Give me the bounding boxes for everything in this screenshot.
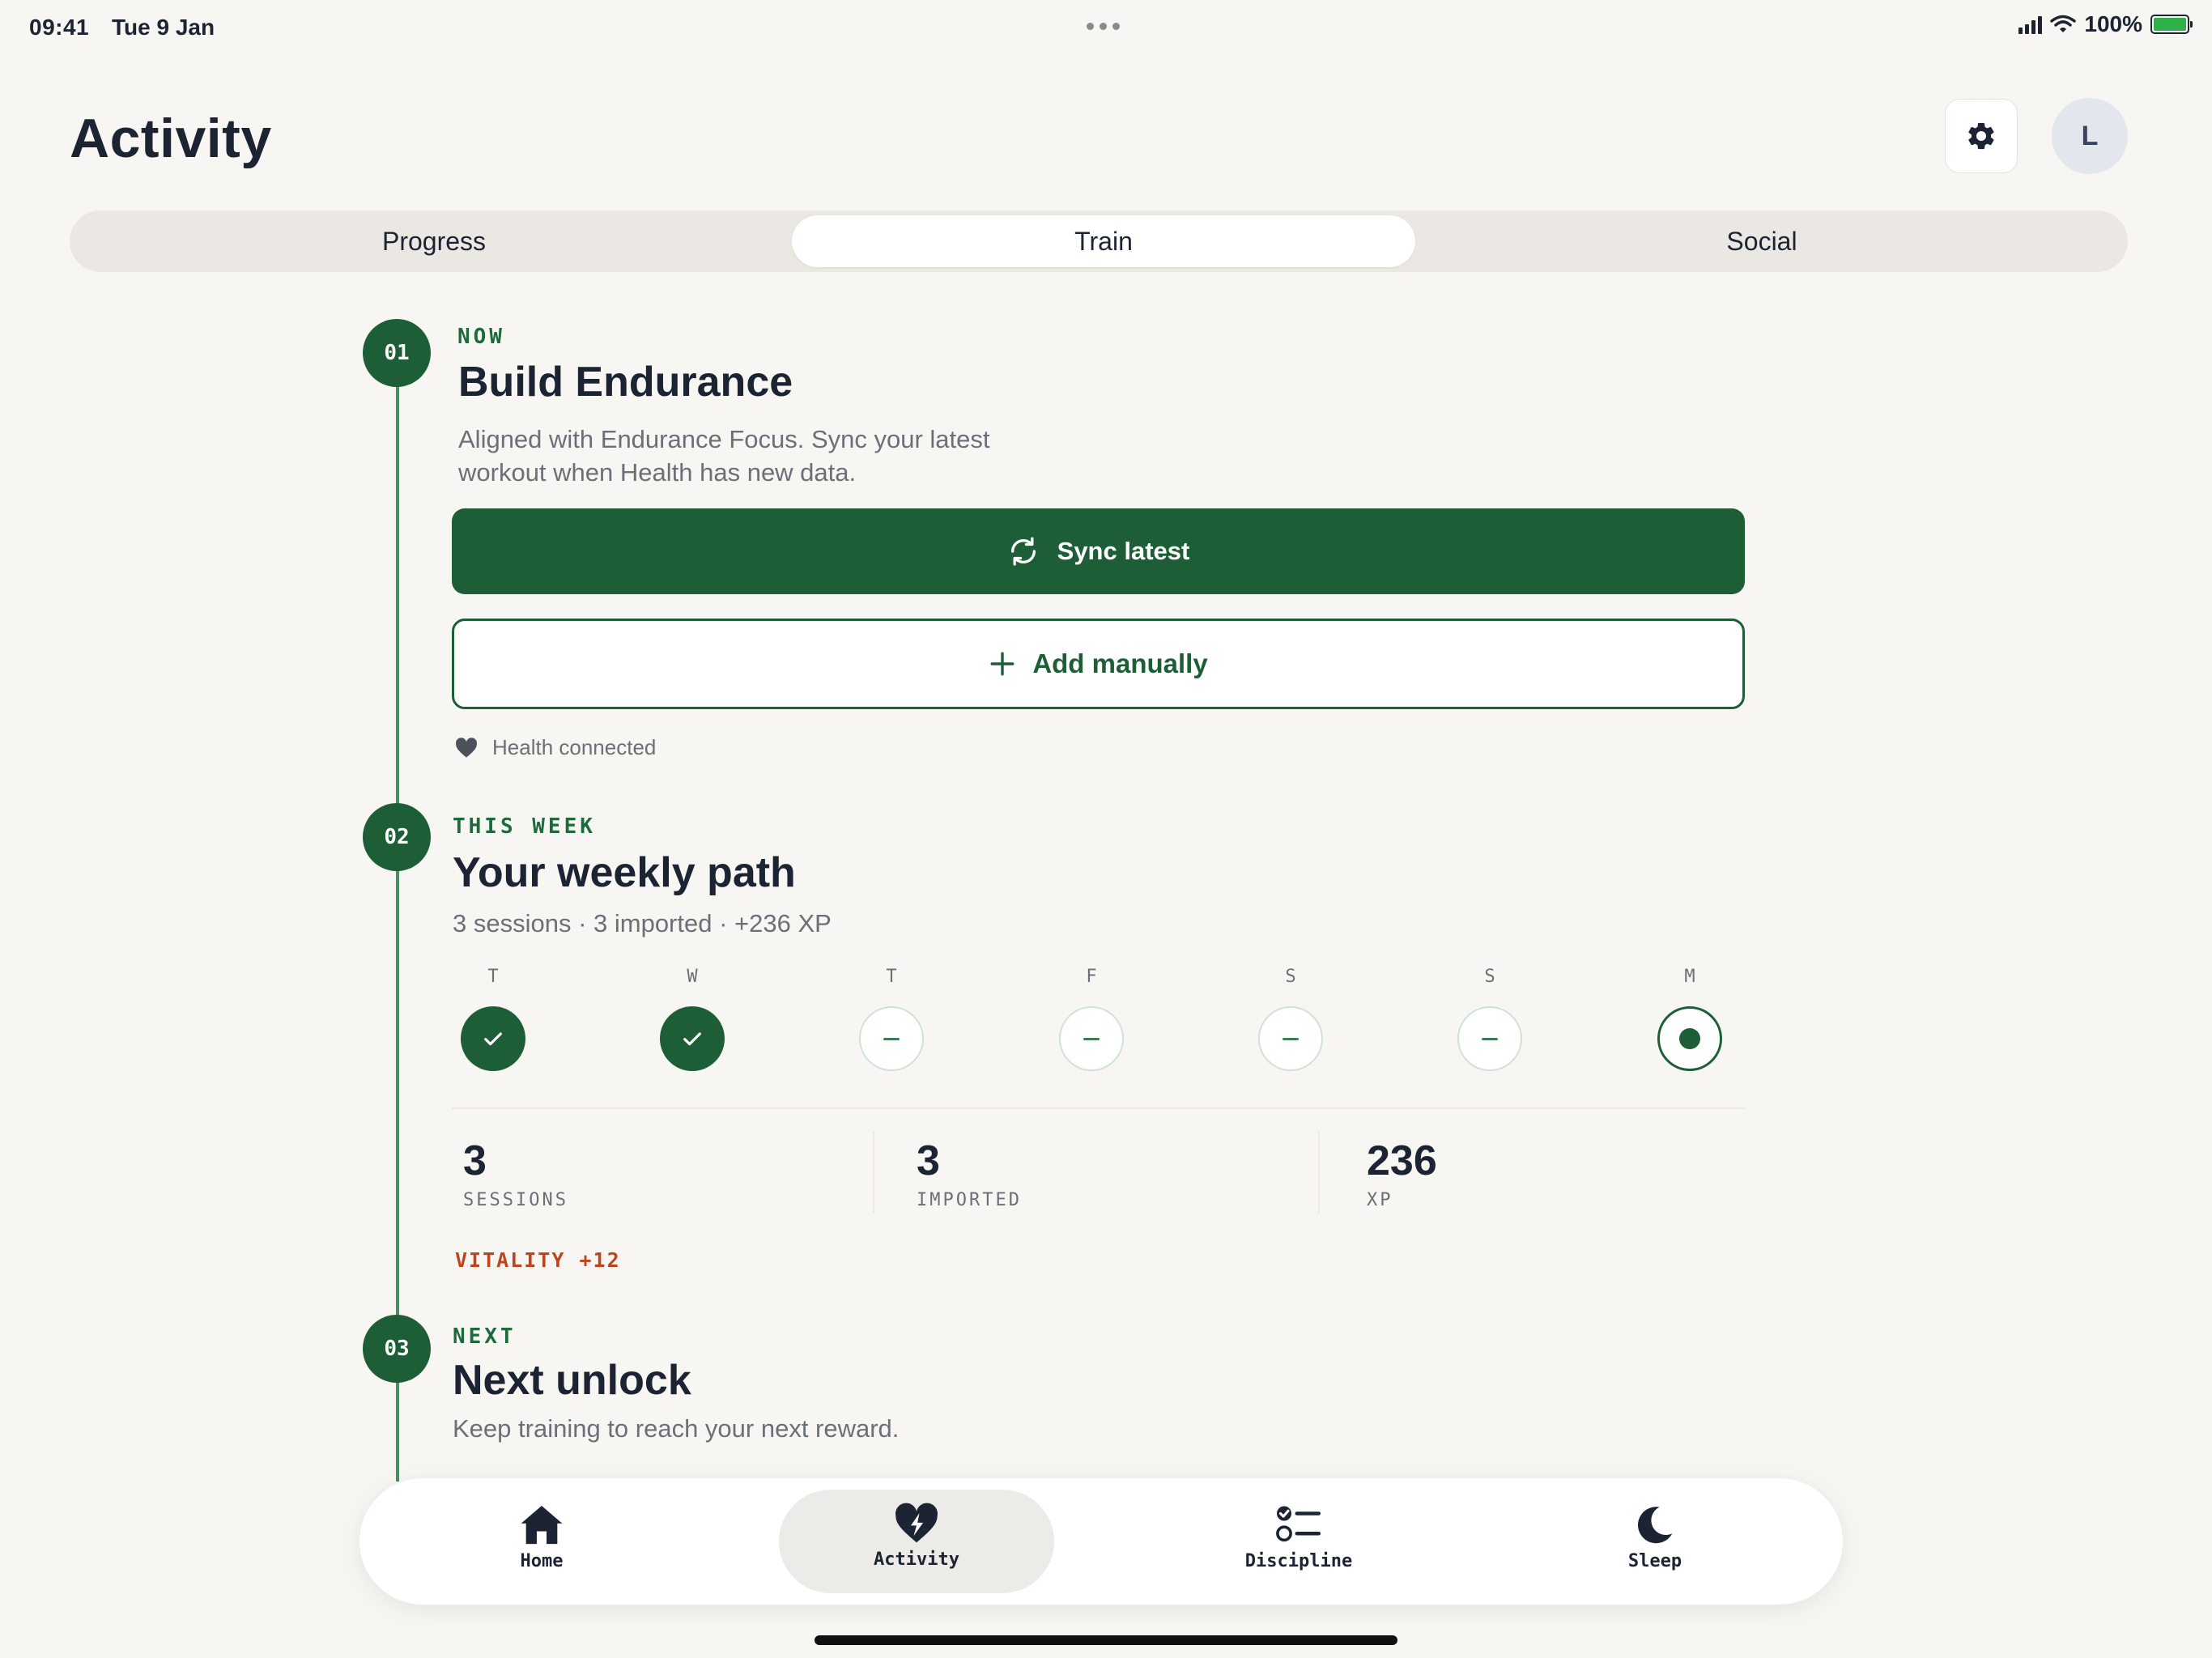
signal-icon [2018, 15, 2043, 34]
section-description: Aligned with Endurance Focus. Sync your … [458, 423, 990, 489]
health-status-text: Health connected [492, 735, 657, 759]
sync-icon [1010, 537, 1036, 566]
home-icon [521, 1506, 563, 1545]
stat-separator [873, 1132, 874, 1213]
health-status: Health connected [455, 735, 656, 760]
settings-button[interactable] [1945, 99, 2018, 173]
step-eyebrow-now: NOW [457, 325, 505, 349]
heart-bolt-icon [895, 1503, 938, 1543]
stat-sessions-value: 3 [463, 1137, 487, 1184]
add-manually-label: Add manually [1032, 648, 1208, 678]
day-tue-completed[interactable] [461, 1006, 525, 1071]
weekday-label-thu: T [886, 967, 897, 987]
status-date: Tue 9 Jan [112, 15, 215, 40]
nav-label-home: Home [520, 1551, 564, 1571]
day-mon-today[interactable] [1657, 1006, 1722, 1071]
moon-icon [1637, 1507, 1673, 1544]
description-line-2: workout when Health has new data. [458, 458, 857, 487]
weekday-label-mon: M [1684, 967, 1695, 987]
add-manually-button[interactable]: Add manually [452, 619, 1745, 709]
stats-divider [452, 1107, 1745, 1109]
next-unlock-description: Keep training to reach your next reward. [453, 1414, 900, 1443]
avatar[interactable]: L [2052, 98, 2128, 174]
home-indicator[interactable] [815, 1635, 1397, 1645]
stat-separator [1318, 1132, 1320, 1213]
timeline-line [396, 356, 399, 1482]
day-fri-empty[interactable] [1059, 1006, 1124, 1071]
step-eyebrow-this-week: THIS WEEK [453, 814, 596, 839]
day-wed-completed[interactable] [660, 1006, 725, 1071]
plus-icon [990, 652, 1015, 676]
day-sun-empty[interactable] [1457, 1006, 1522, 1071]
step-number-02: 02 [363, 803, 431, 871]
step-eyebrow-next: NEXT [453, 1324, 517, 1349]
nav-item-home[interactable]: Home [420, 1503, 663, 1571]
wifi-icon [2050, 15, 2077, 32]
stat-sessions-label: SESSIONS [463, 1190, 568, 1210]
nav-item-activity[interactable]: Activity [795, 1503, 1038, 1570]
status-bar: 09:41 Tue 9 Jan 100% [0, 0, 2212, 57]
gear-icon [1968, 122, 1994, 150]
dash-icon [1283, 1037, 1299, 1040]
description-line-1: Aligned with Endurance Focus. Sync your … [458, 425, 990, 453]
vitality-badge: VITALITY +12 [455, 1248, 621, 1272]
stat-imported-label: IMPORTED [917, 1190, 1022, 1210]
sync-latest-button[interactable]: Sync latest [452, 508, 1745, 594]
nav-label-sleep: Sleep [1627, 1551, 1682, 1571]
weekday-label-wed: W [687, 967, 698, 987]
day-thu-empty[interactable] [859, 1006, 924, 1071]
step-number-01: 01 [363, 319, 431, 387]
checkmark-icon [683, 1032, 701, 1046]
page-title: Activity [70, 108, 272, 169]
nav-label-discipline: Discipline [1244, 1551, 1353, 1571]
dash-icon [1482, 1037, 1498, 1040]
checklist-icon [1276, 1506, 1321, 1542]
checkmark-icon [484, 1032, 502, 1046]
multitasking-dots-icon[interactable] [1087, 23, 1120, 30]
nav-item-discipline[interactable]: Discipline [1177, 1503, 1420, 1571]
section-title-weekly-path: Your weekly path [453, 849, 796, 896]
dash-icon [883, 1037, 900, 1040]
today-dot-icon [1679, 1028, 1700, 1049]
status-time: 09:41 [29, 15, 90, 40]
battery-icon [2150, 15, 2193, 34]
weekday-label-tue: T [487, 967, 499, 987]
bottom-navigation: Home Activity Discipline Sleep [359, 1478, 1843, 1605]
weekly-summary: 3 sessions · 3 imported · +236 XP [453, 909, 832, 937]
segmented-tabs: Progress Train Social [70, 210, 2128, 272]
weekday-label-sat: S [1285, 967, 1296, 987]
step-number-03: 03 [363, 1315, 431, 1383]
dash-icon [1083, 1037, 1100, 1040]
heart-icon [456, 737, 477, 758]
weekday-label-fri: F [1086, 967, 1097, 987]
day-sat-empty[interactable] [1258, 1006, 1323, 1071]
nav-item-sleep[interactable]: Sleep [1534, 1503, 1776, 1571]
nav-label-activity: Activity [874, 1550, 959, 1570]
tab-progress[interactable]: Progress [70, 215, 798, 267]
section-title-build-endurance: Build Endurance [458, 359, 793, 406]
stat-imported-value: 3 [917, 1137, 940, 1184]
tab-train[interactable]: Train [792, 215, 1415, 267]
weekday-label-sun: S [1484, 967, 1495, 987]
stat-xp-value: 236 [1367, 1137, 1437, 1184]
section-title-next-unlock: Next unlock [453, 1357, 691, 1404]
tab-social[interactable]: Social [1438, 215, 2086, 267]
status-indicators: 100% [2018, 11, 2193, 37]
sync-latest-label: Sync latest [1057, 537, 1190, 565]
battery-percentage: 100% [2084, 11, 2142, 36]
stat-xp-label: XP [1367, 1190, 1393, 1210]
